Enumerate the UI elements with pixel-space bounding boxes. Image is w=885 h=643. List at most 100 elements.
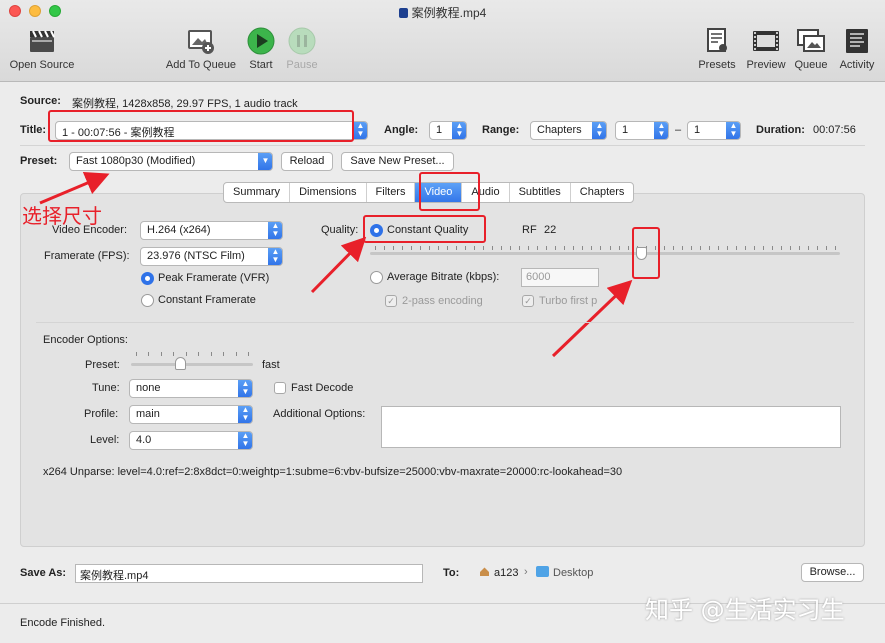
slider-tick	[780, 246, 782, 250]
slider-tick	[762, 246, 764, 250]
duration-label: Duration:	[756, 124, 805, 136]
slider-tick	[528, 246, 530, 250]
slider-tick	[438, 246, 440, 250]
slider-tick	[798, 246, 800, 250]
constant-framerate-radio[interactable]	[141, 294, 154, 307]
range-label: Range:	[482, 124, 520, 136]
pause-icon	[287, 26, 317, 56]
slider-tick	[573, 246, 575, 250]
chevron-updown-icon: ▲ ▼	[238, 432, 252, 449]
slider-tick	[771, 246, 773, 250]
save-as-input[interactable]: 案例教程.mp4	[75, 564, 423, 583]
source-info: 案例教程, 1428x858, 29.97 FPS, 1 audio track	[72, 98, 298, 110]
constant-framerate-label: Constant Framerate	[158, 294, 256, 306]
encoder-preset-slider[interactable]	[131, 352, 253, 370]
slider-tick	[825, 246, 827, 250]
clapperboard-icon	[27, 26, 57, 56]
path-user[interactable]: a123	[494, 567, 518, 579]
preview-label: Preview	[746, 59, 786, 71]
pause-label: Pause	[286, 59, 318, 71]
slider-tick	[223, 352, 225, 356]
save-new-preset-button[interactable]: Save New Preset...	[341, 152, 454, 171]
tab-chapters[interactable]: Chapters	[571, 183, 634, 202]
level-select[interactable]: 4.0 ▲ ▼	[129, 431, 253, 450]
slider-tick	[835, 246, 836, 250]
peak-framerate-radio[interactable]	[141, 272, 154, 285]
slider-tick	[483, 246, 485, 250]
to-label: To:	[443, 567, 460, 579]
chevron-updown-icon: ▲ ▼	[268, 222, 282, 239]
preview-button[interactable]: Preview	[743, 26, 789, 71]
slider-tick	[465, 246, 467, 250]
add-to-queue-button[interactable]: Add To Queue	[162, 26, 240, 71]
range-end-select[interactable]: 1 ▲ ▼	[687, 121, 741, 140]
encoder-slider-ticks	[131, 352, 253, 356]
quality-label: Quality:	[321, 224, 359, 236]
tab-summary[interactable]: Summary	[224, 183, 291, 202]
slider-tick	[248, 352, 249, 356]
slider-tick	[690, 246, 692, 250]
slider-tick	[235, 352, 237, 356]
folder-icon	[536, 566, 549, 577]
slider-tick	[411, 246, 413, 250]
slider-tick	[492, 246, 494, 250]
bitrate-input[interactable]: 6000	[521, 268, 599, 287]
tab-filters[interactable]: Filters	[367, 183, 416, 202]
activity-log-icon	[842, 26, 872, 56]
fast-decode-checkbox[interactable]	[274, 382, 286, 394]
preset-select[interactable]: Fast 1080p30 (Modified) ▼	[69, 152, 273, 171]
pause-button[interactable]: Pause	[284, 26, 320, 71]
tune-select[interactable]: none ▲ ▼	[129, 379, 253, 398]
framerate-label: Framerate (FPS):	[44, 250, 130, 262]
encoder-options-title: Encoder Options:	[43, 334, 128, 346]
slider-tick	[384, 246, 386, 250]
video-encoder-select[interactable]: H.264 (x264) ▲ ▼	[140, 221, 283, 240]
framerate-select[interactable]: 23.976 (NTSC Film) ▲ ▼	[140, 247, 283, 266]
slider-tick	[672, 246, 674, 250]
queue-button[interactable]: Queue	[793, 26, 829, 71]
rf-quality-slider[interactable]	[370, 246, 840, 262]
slider-tick	[185, 352, 187, 356]
tab-dimensions[interactable]: Dimensions	[290, 183, 367, 202]
presets-button[interactable]: Presets	[696, 26, 738, 71]
average-bitrate-radio[interactable]	[370, 271, 383, 284]
path-separator: ›	[524, 566, 528, 578]
encoder-slider-track	[131, 363, 253, 366]
angle-select-value: 1	[436, 124, 443, 136]
activity-label: Activity	[839, 59, 875, 71]
activity-button[interactable]: Activity	[835, 26, 879, 71]
annotation-title-box	[48, 110, 354, 142]
rf-label: RF	[522, 224, 537, 236]
slider-tick	[627, 246, 629, 250]
reload-button[interactable]: Reload	[281, 152, 333, 171]
additional-options-label: Additional Options:	[273, 408, 366, 420]
path-folder[interactable]: Desktop	[553, 567, 593, 579]
film-strip-icon	[751, 26, 781, 56]
presets-label: Presets	[698, 59, 736, 71]
browse-button[interactable]: Browse...	[801, 563, 864, 582]
slider-tick	[375, 246, 376, 250]
range-start-select[interactable]: 1 ▲ ▼	[615, 121, 669, 140]
slider-tick	[735, 246, 737, 250]
start-button[interactable]: Start	[244, 26, 278, 71]
angle-select[interactable]: 1 ▲ ▼	[429, 121, 467, 140]
chevron-updown-icon: ▲ ▼	[238, 380, 252, 397]
slider-tick	[510, 246, 512, 250]
encoder-preset-value: fast	[262, 359, 280, 371]
slider-tick	[136, 352, 137, 356]
turbo-first-pass-checkbox[interactable]: ✓	[522, 295, 534, 307]
profile-select[interactable]: main ▲ ▼	[129, 405, 253, 424]
slider-tick	[501, 246, 503, 250]
range-type-select[interactable]: Chapters ▲ ▼	[530, 121, 607, 140]
chevron-updown-icon: ▲ ▼	[726, 122, 740, 139]
profile-label: Profile:	[84, 408, 119, 420]
range-dash: –	[675, 124, 682, 136]
open-source-button[interactable]: Open Source	[6, 26, 78, 71]
slider-tick	[393, 246, 395, 250]
two-pass-checkbox[interactable]: ✓	[385, 295, 397, 307]
additional-options-textarea[interactable]	[381, 406, 841, 448]
tab-subtitles[interactable]: Subtitles	[510, 183, 571, 202]
add-to-queue-label: Add To Queue	[165, 59, 237, 71]
slider-tick	[717, 246, 719, 250]
encoder-slider-thumb[interactable]	[175, 357, 187, 370]
